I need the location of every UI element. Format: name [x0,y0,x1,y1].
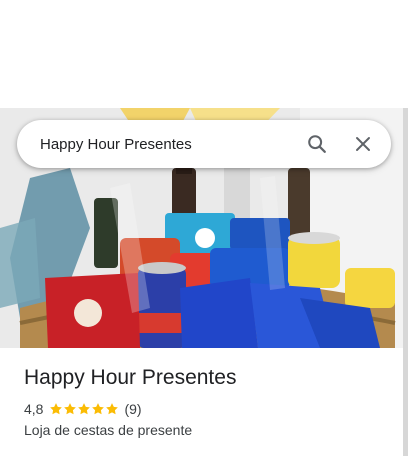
close-icon [356,137,370,151]
close-button[interactable] [343,124,383,164]
star-icon [92,403,105,415]
rating-value: 4,8 [24,401,44,417]
top-blank-area [0,0,408,108]
star-icon [50,403,63,415]
place-category[interactable]: Loja de cestas de presente [24,422,192,438]
search-icon [308,135,326,153]
search-bar [17,120,391,168]
star-icon [78,403,91,415]
search-button[interactable] [297,124,337,164]
rating-row[interactable]: 4,8 (9) [24,400,142,418]
place-title: Happy Hour Presentes [24,366,237,389]
scrollbar[interactable] [403,108,408,456]
search-input[interactable] [17,120,297,168]
star-icon [106,403,119,415]
review-count[interactable]: (9) [124,401,141,417]
rating-stars [49,402,119,416]
star-icon [64,403,77,415]
